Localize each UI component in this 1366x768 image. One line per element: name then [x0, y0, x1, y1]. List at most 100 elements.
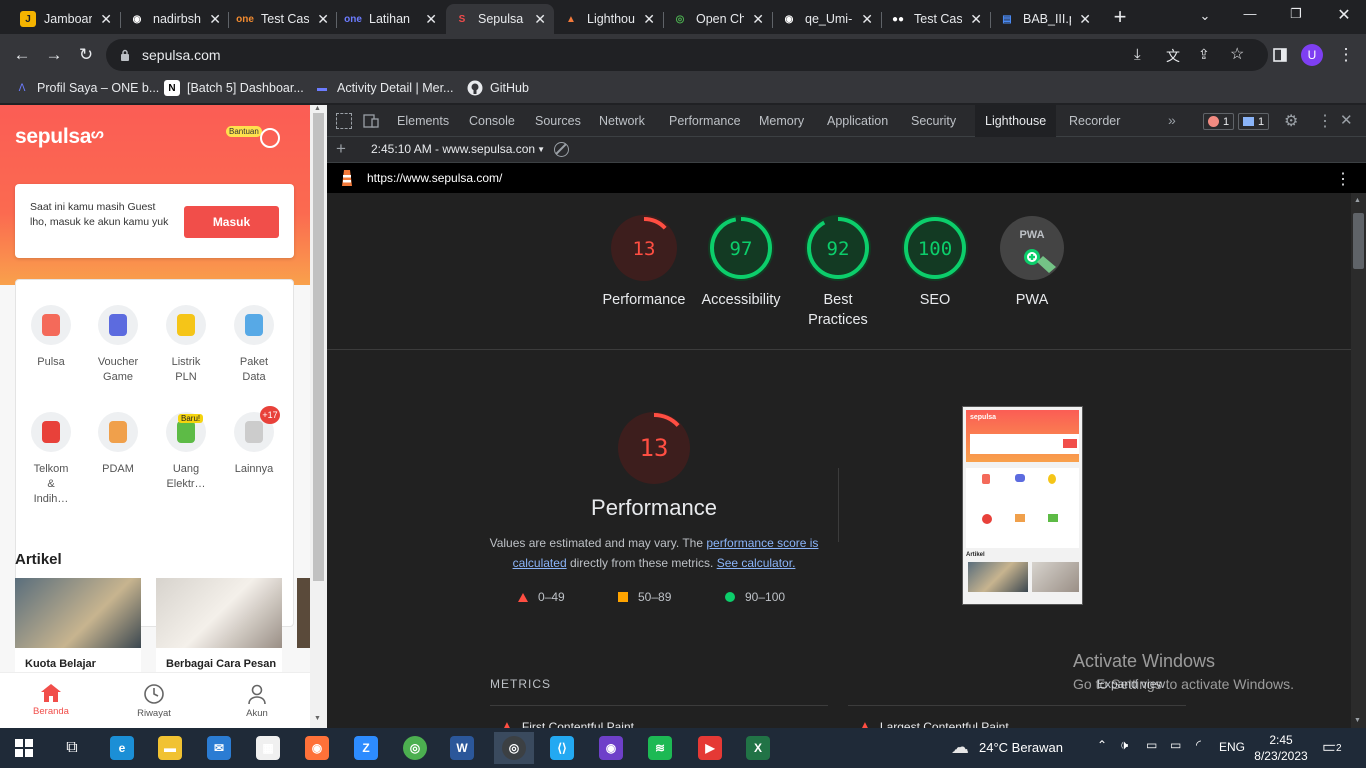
browser-tab[interactable]: one Test Cas ✕ — [229, 4, 337, 34]
volume-icon[interactable]: 🕩 — [1120, 737, 1128, 753]
tab-close-icon[interactable]: ✕ — [209, 11, 221, 28]
score-gauge-performance[interactable]: 13 Performance — [589, 215, 699, 310]
devtools-tab-console[interactable]: Console — [469, 105, 515, 137]
message-badge[interactable]: 1 — [1238, 113, 1270, 130]
help-button[interactable]: Bantuan — [226, 125, 282, 151]
scroll-thumb[interactable] — [1353, 213, 1364, 269]
download-icon[interactable]: ⤓ — [1134, 46, 1141, 63]
browser-tab[interactable]: ▲ Lighthou ✕ — [555, 4, 663, 34]
error-badge[interactable]: 1 — [1203, 113, 1235, 130]
service-item[interactable]: Pulsa — [21, 305, 81, 370]
inspect-icon[interactable] — [336, 113, 352, 129]
scroll-up-arrow[interactable]: ▲ — [314, 105, 321, 112]
start-button[interactable] — [4, 732, 44, 764]
taskbar-app[interactable]: ≋ — [640, 732, 680, 764]
taskbar-app[interactable]: ▶ — [690, 732, 730, 764]
avatar[interactable]: U — [1301, 44, 1323, 66]
tab-close-icon[interactable]: ✕ — [100, 11, 112, 28]
service-item[interactable]: Listrik PLN — [156, 305, 216, 385]
page-screenshot[interactable]: sepulsa Artikel — [962, 406, 1083, 605]
taskbar-app[interactable]: ▦ — [248, 732, 288, 764]
devtools-tab-application[interactable]: Application — [827, 105, 888, 137]
report-scrollbar[interactable]: ▲ ▼ — [1351, 193, 1366, 728]
tray-icon[interactable]: ▭ — [1146, 738, 1157, 752]
service-item[interactable]: Uang Elektr… — [156, 412, 216, 492]
devtools-menu-icon[interactable]: ⋮ — [1317, 111, 1333, 131]
tab-close-icon[interactable]: ✕ — [970, 11, 982, 28]
score-gauge-accessibility[interactable]: 97 Accessibility — [686, 215, 796, 310]
taskbar-app[interactable]: ◎ — [494, 732, 534, 764]
taskbar-app[interactable]: W — [442, 732, 482, 764]
report-menu-icon[interactable]: ⋮ — [1335, 169, 1351, 189]
language-indicator[interactable]: ENG — [1219, 740, 1245, 754]
more-tabs-icon[interactable]: » — [1168, 112, 1176, 128]
browser-tab[interactable]: ◉ nadirbsh ✕ — [121, 4, 229, 34]
scroll-thumb[interactable] — [313, 113, 324, 581]
notification-button[interactable]: ▭ 2 — [1322, 737, 1346, 757]
taskbar-app[interactable]: ◎ — [395, 732, 435, 764]
taskbar-app[interactable]: ⟨⟩ — [542, 732, 582, 764]
minimize-button[interactable]: — — [1238, 6, 1262, 26]
devtools-tab-lighthouse[interactable]: Lighthouse — [975, 105, 1057, 137]
taskbar-app[interactable]: ◉ — [591, 732, 631, 764]
taskbar-app[interactable]: ◉ — [297, 732, 337, 764]
weather-widget[interactable]: ☁ 24°C Berawan — [951, 737, 1063, 758]
article-card[interactable]: Berbagai Cara Pesan — [156, 578, 282, 673]
tab-close-icon[interactable]: ✕ — [1079, 11, 1091, 28]
forward-icon[interactable]: → — [42, 43, 66, 67]
clock[interactable]: 2:45 8/23/2023 — [1254, 732, 1308, 764]
page-scrollbar[interactable]: ▲ ▼ — [310, 105, 327, 728]
devtools-tab-network[interactable]: Network — [599, 105, 645, 137]
tab-search-icon[interactable]: ⌄ — [1196, 8, 1214, 26]
nav-beranda[interactable]: Beranda — [26, 683, 76, 717]
scroll-down-arrow[interactable]: ▼ — [1354, 717, 1361, 724]
tab-close-icon[interactable]: ✕ — [643, 11, 655, 28]
reload-icon[interactable]: ↻ — [74, 43, 98, 67]
close-window-button[interactable]: ✕ — [1332, 5, 1356, 25]
wifi-icon[interactable]: ◜ — [1196, 737, 1201, 753]
translate-icon[interactable]: 文 — [1166, 46, 1180, 66]
score-gauge-pwa[interactable]: PWA PWA — [977, 215, 1087, 310]
article-card-partial[interactable] — [297, 578, 310, 648]
share-icon[interactable]: ⇪ — [1198, 46, 1210, 63]
new-tab-button[interactable]: + — [1108, 5, 1132, 29]
taskbar-app[interactable]: e — [102, 732, 142, 764]
tab-close-icon[interactable]: ✕ — [317, 11, 329, 28]
nav-riwayat[interactable]: Riwayat — [129, 683, 179, 719]
tab-close-icon[interactable]: ✕ — [425, 11, 437, 28]
clear-icon[interactable] — [554, 142, 569, 157]
browser-tab[interactable]: ◉ qe_Umi- ✕ — [773, 4, 881, 34]
devtools-tab-performance[interactable]: Performance — [669, 105, 741, 137]
taskbar-app[interactable]: Z — [346, 732, 386, 764]
score-gauge-seo[interactable]: 100 SEO — [880, 215, 990, 310]
devtools-tab-sources[interactable]: Sources — [535, 105, 581, 137]
scroll-up-arrow[interactable]: ▲ — [1354, 197, 1361, 204]
address-bar[interactable]: sepulsa.com ⤓ 文 ⇪ ☆ — [106, 39, 1268, 71]
article-card[interactable]: Kuota Belajar — [15, 578, 141, 673]
tray-chevron-icon[interactable]: ⌃ — [1097, 738, 1107, 752]
devtools-tab-security[interactable]: Security — [911, 105, 956, 137]
devtools-tab-memory[interactable]: Memory — [759, 105, 804, 137]
tab-close-icon[interactable]: ✕ — [752, 11, 764, 28]
scroll-down-arrow[interactable]: ▼ — [314, 715, 321, 722]
close-devtools-icon[interactable]: ✕ — [1340, 111, 1353, 129]
task-view-button[interactable]: ⧉ — [52, 732, 92, 764]
login-button[interactable]: Masuk — [184, 206, 279, 238]
side-panel-icon[interactable] — [1268, 43, 1292, 67]
tab-close-icon[interactable]: ✕ — [534, 11, 546, 28]
browser-tab[interactable]: ◎ Open Ch ✕ — [664, 4, 772, 34]
bookmark-item[interactable]: ▬ Activity Detail | Mer... — [314, 80, 453, 96]
settings-gear-icon[interactable]: ⚙ — [1284, 111, 1298, 131]
menu-icon[interactable]: ⋮ — [1334, 43, 1358, 67]
report-select[interactable]: 2:45:10 AM - www.sepulsa.con ▼ — [371, 142, 545, 156]
restore-button[interactable]: ❐ — [1284, 6, 1308, 26]
bookmark-item[interactable]: GitHub — [467, 80, 529, 96]
taskbar-app[interactable]: ▬ — [150, 732, 190, 764]
service-item[interactable]: Paket Data — [224, 305, 284, 385]
device-toolbar-icon[interactable] — [363, 113, 379, 129]
new-report-icon[interactable]: + — [336, 139, 346, 159]
bookmark-star-icon[interactable]: ☆ — [1230, 44, 1244, 64]
browser-tab[interactable]: S Sepulsa ✕ — [446, 4, 554, 34]
devtools-tab-recorder[interactable]: Recorder — [1069, 105, 1120, 137]
taskbar-app[interactable]: ✉ — [199, 732, 239, 764]
